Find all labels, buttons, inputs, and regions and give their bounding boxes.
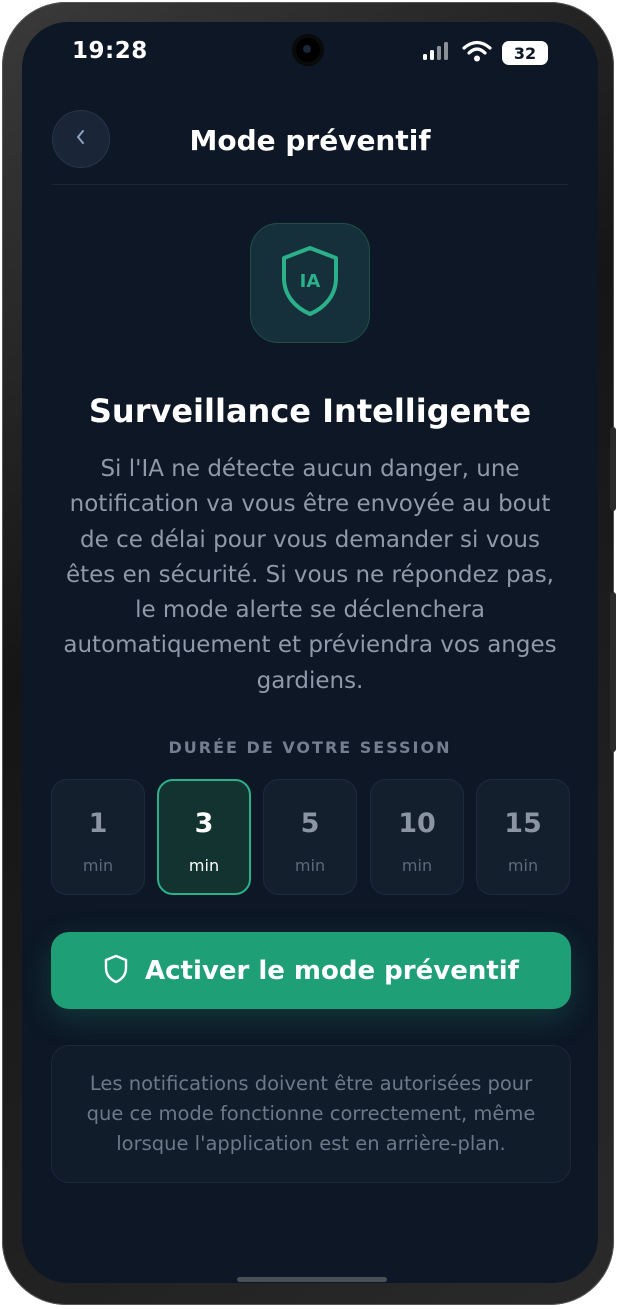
info-text: Les notifications doivent être autorisée… <box>86 1072 536 1155</box>
duration-unit: min <box>82 856 114 875</box>
duration-unit: min <box>294 856 326 875</box>
duration-option-3[interactable]: 3 min <box>157 779 251 895</box>
duration-value: 1 <box>88 808 108 839</box>
hero-title: Surveillance Intelligente <box>88 392 532 430</box>
duration-value: 5 <box>300 808 320 839</box>
screen: 19:28 32 Mode préventif IA Surveillance … <box>22 22 598 1283</box>
duration-unit: min <box>401 856 433 875</box>
duration-unit: min <box>188 856 220 875</box>
shield-icon <box>103 954 129 988</box>
duration-label: DURÉE DE VOTRE SESSION <box>168 738 452 757</box>
status-icons: 32 <box>422 40 548 66</box>
activate-preventive-mode-button[interactable]: Activer le mode préventif <box>51 932 571 1009</box>
header: Mode préventif <box>22 110 598 186</box>
duration-value: 3 <box>194 808 214 839</box>
notification-info-box: Les notifications doivent être autorisée… <box>51 1045 571 1183</box>
front-camera <box>292 34 324 66</box>
status-bar: 19:28 32 <box>22 22 598 82</box>
duration-option-10[interactable]: 10 min <box>370 779 464 895</box>
shield-label: IA <box>300 271 321 292</box>
header-divider <box>52 184 568 185</box>
home-indicator[interactable] <box>237 1277 387 1282</box>
duration-value: 10 <box>398 808 436 839</box>
duration-option-5[interactable]: 5 min <box>263 779 357 895</box>
duration-value: 15 <box>504 808 542 839</box>
shield-ai-badge: IA <box>250 223 370 343</box>
volume-button <box>610 427 616 511</box>
duration-option-1[interactable]: 1 min <box>51 779 145 895</box>
shield-icon: IA <box>278 244 342 322</box>
duration-unit: min <box>507 856 539 875</box>
power-button <box>610 592 616 752</box>
activate-button-label: Activer le mode préventif <box>145 955 519 986</box>
page-title: Mode préventif <box>189 124 431 157</box>
phone-frame: 19:28 32 Mode préventif IA Surveillance … <box>2 2 616 1305</box>
duration-options: 1 min 3 min 5 min 10 min 15 min <box>51 779 571 896</box>
status-time: 19:28 <box>72 38 148 64</box>
hero-description: Si l'IA ne détecte aucun danger, une not… <box>63 456 557 694</box>
wifi-icon <box>462 40 492 66</box>
battery-indicator: 32 <box>502 41 548 65</box>
duration-option-15[interactable]: 15 min <box>476 779 570 895</box>
signal-icon <box>422 41 452 65</box>
